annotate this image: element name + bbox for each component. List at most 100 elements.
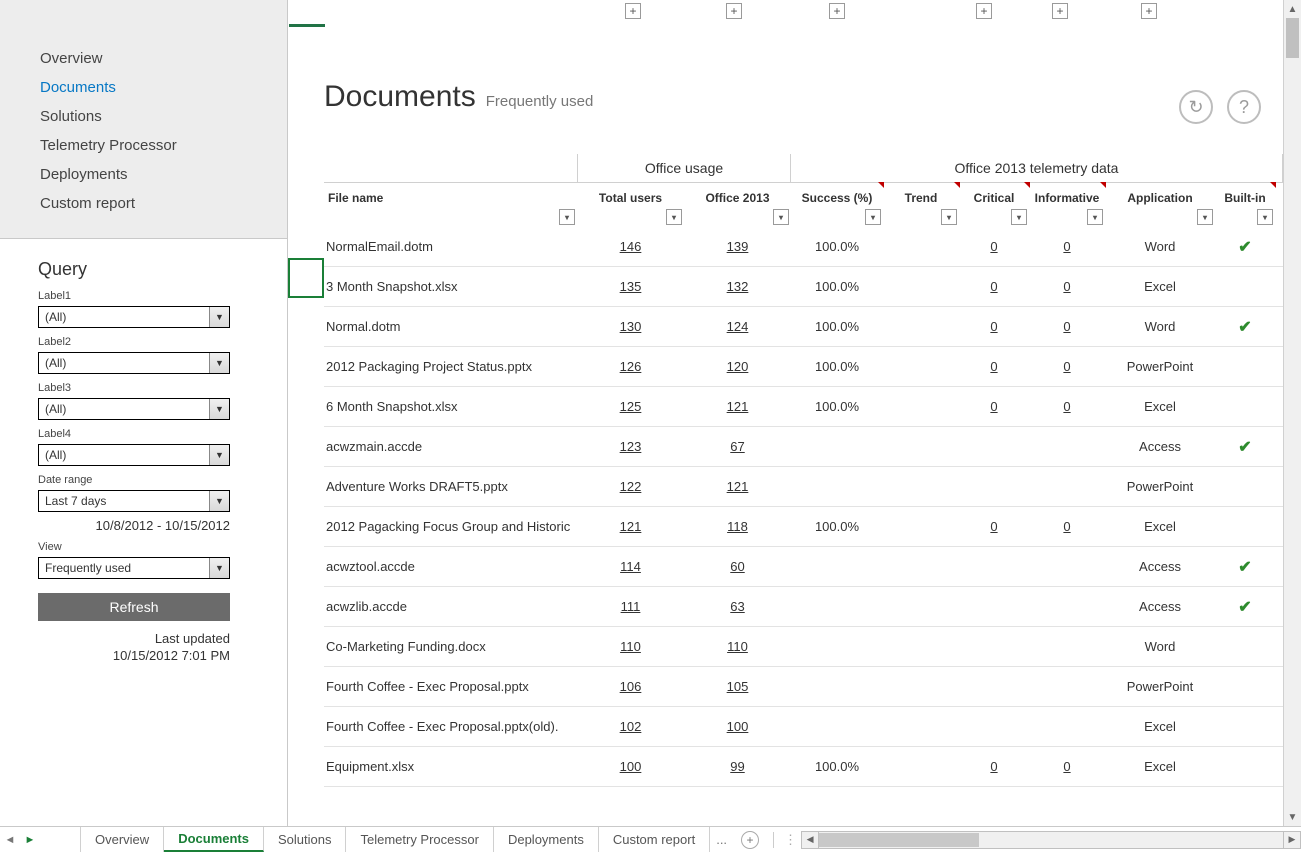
add-sheet-button[interactable]: + bbox=[741, 831, 759, 849]
filter-button[interactable]: ▾ bbox=[1087, 209, 1103, 225]
filter-button[interactable]: ▾ bbox=[773, 209, 789, 225]
query-select-4[interactable]: (All)▼ bbox=[38, 444, 230, 466]
builtin-value: ✔ bbox=[1215, 557, 1275, 577]
filter-button[interactable]: ▾ bbox=[1257, 209, 1273, 225]
hscroll-right[interactable]: ▶ bbox=[1283, 831, 1301, 849]
sheet-tab-overview[interactable]: Overview bbox=[80, 827, 164, 852]
table-row[interactable]: acwztool.accde11460Access✔ bbox=[324, 547, 1283, 587]
help-icon[interactable]: ? bbox=[1227, 90, 1261, 124]
office2013-link[interactable]: 105 bbox=[727, 679, 749, 694]
horizontal-scrollbar[interactable]: ◀ ▶ bbox=[801, 831, 1301, 849]
col-builtin: Built-in bbox=[1224, 191, 1265, 205]
office2013-link[interactable]: 63 bbox=[730, 599, 744, 614]
office2013-link[interactable]: 100 bbox=[727, 719, 749, 734]
filter-button[interactable]: ▾ bbox=[1197, 209, 1213, 225]
table-row[interactable]: 2012 Pagacking Focus Group and Historic1… bbox=[324, 507, 1283, 547]
office2013-link[interactable]: 120 bbox=[727, 359, 749, 374]
office2013-link[interactable]: 124 bbox=[727, 319, 749, 334]
total-users-link[interactable]: 126 bbox=[620, 359, 642, 374]
table-row[interactable]: Fourth Coffee - Exec Proposal.pptx106105… bbox=[324, 667, 1283, 707]
sidebar-item-deployments[interactable]: Deployments bbox=[0, 160, 287, 189]
vertical-scrollbar[interactable]: ▲ ▼ bbox=[1283, 0, 1301, 826]
office2013-link[interactable]: 121 bbox=[727, 479, 749, 494]
office2013-link[interactable]: 110 bbox=[727, 639, 748, 654]
table-row[interactable]: acwzlib.accde11163Access✔ bbox=[324, 587, 1283, 627]
office2013-link[interactable]: 99 bbox=[730, 759, 744, 774]
filter-button[interactable]: ▾ bbox=[1011, 209, 1027, 225]
total-users-link[interactable]: 125 bbox=[620, 399, 642, 414]
total-users-link[interactable]: 123 bbox=[620, 439, 642, 454]
office2013-link[interactable]: 60 bbox=[730, 559, 744, 574]
office2013-link[interactable]: 121 bbox=[727, 399, 749, 414]
date-range-label: Date range bbox=[38, 474, 257, 486]
total-users-link[interactable]: 146 bbox=[620, 239, 642, 254]
vscroll-up[interactable]: ▲ bbox=[1284, 0, 1301, 18]
sheet-tab-telemetry-processor[interactable]: Telemetry Processor bbox=[346, 827, 493, 852]
total-users-link[interactable]: 110 bbox=[620, 639, 641, 654]
table-row[interactable]: 6 Month Snapshot.xlsx125121100.0%00Excel bbox=[324, 387, 1283, 427]
expand-group-button[interactable]: + bbox=[1052, 3, 1068, 19]
total-users-link[interactable]: 102 bbox=[620, 719, 642, 734]
total-users-link[interactable]: 122 bbox=[620, 479, 642, 494]
expand-group-button[interactable]: + bbox=[829, 3, 845, 19]
filter-button[interactable]: ▾ bbox=[666, 209, 682, 225]
dropdown-arrow-icon[interactable]: ▼ bbox=[209, 307, 229, 327]
sidebar-item-custom-report[interactable]: Custom report bbox=[0, 189, 287, 218]
total-users-link[interactable]: 121 bbox=[620, 519, 642, 534]
filter-button[interactable]: ▾ bbox=[559, 209, 575, 225]
query-select-3[interactable]: (All)▼ bbox=[38, 398, 230, 420]
hscroll-left[interactable]: ◀ bbox=[801, 831, 819, 849]
sidebar-item-telemetry-processor[interactable]: Telemetry Processor bbox=[0, 131, 287, 160]
expand-group-button[interactable]: + bbox=[976, 3, 992, 19]
refresh-button[interactable]: Refresh bbox=[38, 593, 230, 621]
total-users-link[interactable]: 135 bbox=[620, 279, 642, 294]
table-row[interactable]: 3 Month Snapshot.xlsx135132100.0%00Excel bbox=[324, 267, 1283, 307]
tab-nav-next[interactable]: ► bbox=[20, 834, 40, 846]
application-value: Word bbox=[1105, 639, 1215, 654]
filter-button[interactable]: ▾ bbox=[941, 209, 957, 225]
query-title: Query bbox=[38, 259, 257, 280]
tab-overflow[interactable]: ... bbox=[710, 832, 733, 847]
table-row[interactable]: Adventure Works DRAFT5.pptx122121PowerPo… bbox=[324, 467, 1283, 507]
office2013-link[interactable]: 132 bbox=[727, 279, 749, 294]
expand-group-button[interactable]: + bbox=[1141, 3, 1157, 19]
refresh-icon[interactable]: ↻ bbox=[1179, 90, 1213, 124]
expand-group-button[interactable]: + bbox=[726, 3, 742, 19]
vscroll-down[interactable]: ▼ bbox=[1284, 808, 1301, 826]
table-row[interactable]: 2012 Packaging Project Status.pptx126120… bbox=[324, 347, 1283, 387]
dropdown-arrow-icon[interactable]: ▼ bbox=[209, 399, 229, 419]
sidebar-item-documents[interactable]: Documents bbox=[0, 73, 287, 102]
table-row[interactable]: Normal.dotm130124100.0%00Word✔ bbox=[324, 307, 1283, 347]
table-row[interactable]: Co-Marketing Funding.docx110110Word bbox=[324, 627, 1283, 667]
sidebar-item-solutions[interactable]: Solutions bbox=[0, 102, 287, 131]
query-select-2[interactable]: (All)▼ bbox=[38, 352, 230, 374]
expand-group-button[interactable]: + bbox=[625, 3, 641, 19]
total-users-link[interactable]: 100 bbox=[620, 759, 642, 774]
total-users-link[interactable]: 111 bbox=[621, 599, 641, 614]
tab-nav-first[interactable]: ◄ bbox=[0, 834, 20, 846]
office2013-link[interactable]: 67 bbox=[730, 439, 744, 454]
table-row[interactable]: acwzmain.accde12367Access✔ bbox=[324, 427, 1283, 467]
dropdown-arrow-icon[interactable]: ▼ bbox=[209, 558, 229, 578]
office2013-link[interactable]: 118 bbox=[727, 519, 748, 534]
dropdown-arrow-icon[interactable]: ▼ bbox=[209, 353, 229, 373]
query-select-1[interactable]: (All)▼ bbox=[38, 306, 230, 328]
table-row[interactable]: NormalEmail.dotm146139100.0%00Word✔ bbox=[324, 227, 1283, 267]
table-row[interactable]: Fourth Coffee - Exec Proposal.pptx(old).… bbox=[324, 707, 1283, 747]
total-users-link[interactable]: 130 bbox=[620, 319, 642, 334]
application-value: PowerPoint bbox=[1105, 479, 1215, 494]
sheet-tab-documents[interactable]: Documents bbox=[164, 827, 264, 852]
office2013-link[interactable]: 139 bbox=[727, 239, 749, 254]
sheet-tab-solutions[interactable]: Solutions bbox=[264, 827, 346, 852]
table-row[interactable]: Equipment.xlsx10099100.0%00Excel bbox=[324, 747, 1283, 787]
date-range-select[interactable]: Last 7 days ▼ bbox=[38, 490, 230, 512]
sheet-tab-deployments[interactable]: Deployments bbox=[494, 827, 599, 852]
total-users-link[interactable]: 106 bbox=[620, 679, 642, 694]
sheet-tab-custom-report[interactable]: Custom report bbox=[599, 827, 710, 852]
sidebar-item-overview[interactable]: Overview bbox=[0, 44, 287, 73]
filter-button[interactable]: ▾ bbox=[865, 209, 881, 225]
view-select[interactable]: Frequently used ▼ bbox=[38, 557, 230, 579]
dropdown-arrow-icon[interactable]: ▼ bbox=[209, 445, 229, 465]
total-users-link[interactable]: 114 bbox=[620, 559, 641, 574]
dropdown-arrow-icon[interactable]: ▼ bbox=[209, 491, 229, 511]
